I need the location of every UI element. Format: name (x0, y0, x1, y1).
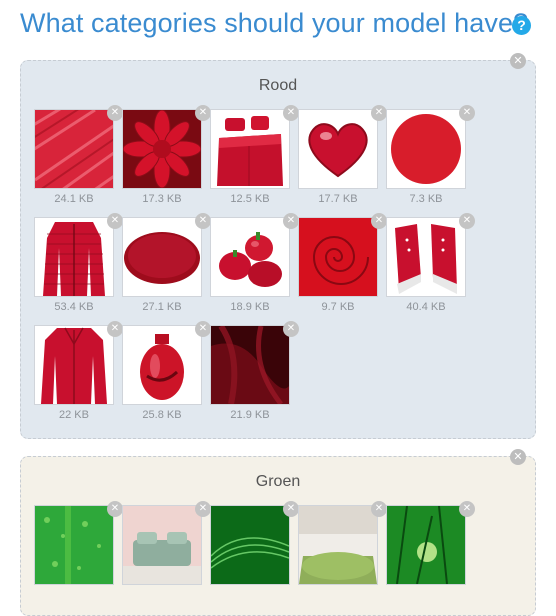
remove-image-button[interactable]: ✕ (283, 321, 299, 337)
image-size: 25.8 KB (142, 409, 182, 421)
image-thumbnail (298, 109, 378, 189)
remove-category-button[interactable]: ✕ (510, 449, 526, 465)
page-title: What categories should your model have? (20, 8, 529, 38)
image-thumbnail (298, 505, 378, 585)
image-tile[interactable]: ✕ 40.4 KB (386, 213, 475, 313)
image-size: 17.3 KB (142, 193, 182, 205)
image-thumbnail (122, 325, 202, 405)
remove-image-button[interactable]: ✕ (107, 213, 123, 229)
remove-category-button[interactable]: ✕ (510, 53, 526, 69)
remove-image-button[interactable]: ✕ (195, 213, 211, 229)
remove-image-button[interactable]: ✕ (107, 321, 123, 337)
remove-image-button[interactable]: ✕ (283, 105, 299, 121)
image-tile[interactable]: ✕ 12.5 KB (210, 105, 299, 205)
category-panel-groen: ✕ Groen ✕ ✕ ✕ ✕ ✕ (20, 449, 536, 616)
image-thumbnail (210, 505, 290, 585)
image-thumbnail (122, 217, 202, 297)
image-tile[interactable]: ✕ (210, 501, 299, 585)
image-tile[interactable]: ✕ 17.7 KB (298, 105, 387, 205)
image-tile[interactable]: ✕ (298, 501, 387, 585)
image-tile[interactable]: ✕ 9.7 KB (298, 213, 387, 313)
image-thumbnail (122, 505, 202, 585)
image-tile[interactable]: ✕ 18.9 KB (210, 213, 299, 313)
remove-image-button[interactable]: ✕ (371, 213, 387, 229)
image-thumbnail (34, 217, 114, 297)
image-thumbnail (298, 217, 378, 297)
image-tile[interactable]: ✕ (122, 501, 211, 585)
image-size: 17.7 KB (318, 193, 358, 205)
image-tile[interactable]: ✕ (386, 501, 475, 585)
image-thumbnail (122, 109, 202, 189)
image-size: 22 KB (59, 409, 89, 421)
remove-image-button[interactable]: ✕ (371, 501, 387, 517)
image-tile[interactable]: ✕ 53.4 KB (34, 213, 123, 313)
image-tile[interactable]: ✕ 7.3 KB (386, 105, 475, 205)
remove-image-button[interactable]: ✕ (195, 321, 211, 337)
image-tile[interactable]: ✕ 25.8 KB (122, 321, 211, 421)
remove-image-button[interactable]: ✕ (195, 501, 211, 517)
image-thumbnail (210, 217, 290, 297)
image-size: 9.7 KB (321, 301, 355, 313)
image-tile[interactable]: ✕ 27.1 KB (122, 213, 211, 313)
remove-image-button[interactable]: ✕ (371, 105, 387, 121)
image-size: 40.4 KB (406, 301, 446, 313)
remove-image-button[interactable]: ✕ (459, 213, 475, 229)
remove-image-button[interactable]: ✕ (283, 213, 299, 229)
image-thumbnail (386, 217, 466, 297)
image-size: 53.4 KB (54, 301, 94, 313)
image-size: 24.1 KB (54, 193, 94, 205)
image-thumbnail (34, 325, 114, 405)
image-size: 27.1 KB (142, 301, 182, 313)
image-thumbnail (210, 109, 290, 189)
image-thumbnail (34, 505, 114, 585)
image-tile[interactable]: ✕ 21.9 KB (210, 321, 299, 421)
category-title: Rood (258, 77, 298, 94)
image-thumbnail (34, 109, 114, 189)
image-tile[interactable]: ✕ 22 KB (34, 321, 123, 421)
image-tile[interactable]: ✕ 24.1 KB (34, 105, 123, 205)
image-size: 18.9 KB (230, 301, 270, 313)
remove-image-button[interactable]: ✕ (195, 105, 211, 121)
remove-image-button[interactable]: ✕ (459, 105, 475, 121)
help-icon[interactable]: ? (512, 16, 531, 35)
image-thumbnail (386, 109, 466, 189)
image-size: 21.9 KB (230, 409, 270, 421)
category-panel-rood: ✕ Rood ✕ 24.1 KB ✕ 17.3 KB ✕ 12.5 KB ✕ 1… (20, 53, 536, 439)
image-thumbnail (386, 505, 466, 585)
remove-image-button[interactable]: ✕ (283, 501, 299, 517)
image-tile[interactable]: ✕ 17.3 KB (122, 105, 211, 205)
remove-image-button[interactable]: ✕ (107, 501, 123, 517)
remove-image-button[interactable]: ✕ (459, 501, 475, 517)
image-size: 7.3 KB (409, 193, 443, 205)
remove-image-button[interactable]: ✕ (107, 105, 123, 121)
image-size: 12.5 KB (230, 193, 270, 205)
image-thumbnail (210, 325, 290, 405)
category-title: Groen (255, 473, 301, 490)
image-tile[interactable]: ✕ (34, 501, 123, 585)
